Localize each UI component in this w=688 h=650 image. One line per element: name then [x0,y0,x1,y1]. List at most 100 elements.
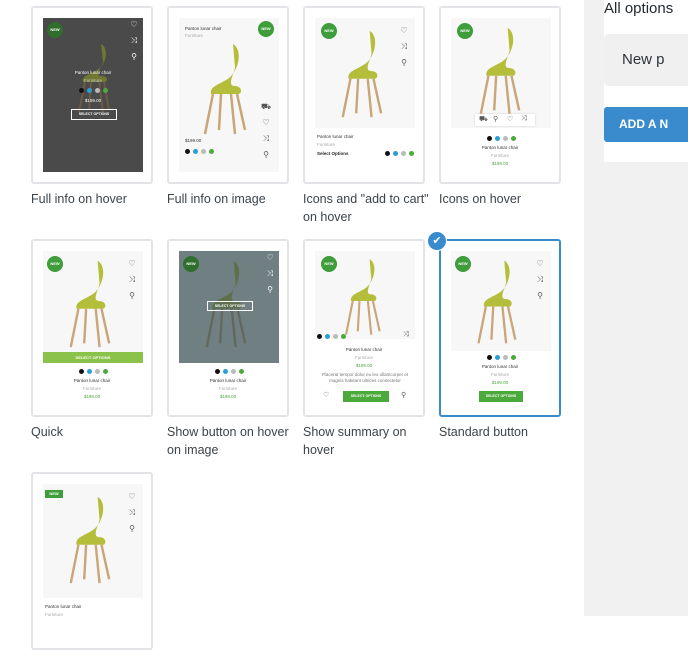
product-title: Panton lunar chair [209,378,247,383]
heart-icon[interactable]: ♡ [261,118,271,128]
hover-icons: ♡ ⤨ ⚲ [129,20,139,68]
heart-icon[interactable]: ♡ [127,492,137,502]
select-options-button[interactable]: SELECT OPTIONS [479,391,523,402]
color-swatches [215,369,247,375]
shuffle-icon[interactable]: ⤨ [399,42,409,52]
option-card[interactable]: NEW ♡ ⤨ ⚲ Panton lunar chair Furniture $… [439,239,561,417]
color-swatches [79,369,111,375]
shuffle-icon[interactable]: ⤨ [127,275,137,285]
search-icon[interactable]: ⚲ [261,150,271,160]
product-category: Furniture [354,355,373,360]
select-options-button[interactable]: SELECT OPTIONS [71,109,117,120]
product-price: $199.00 [185,138,202,143]
heart-icon[interactable]: ♡ [265,253,275,263]
option-card[interactable]: NEW ♡ ⤨ ⚲ Panton lunar chair Furniture [31,472,153,650]
product-title: Panton lunar chair [481,145,519,150]
search-icon[interactable]: ⚲ [127,524,137,534]
chair-image [69,496,111,584]
product-thumbnail: NEW ♡ ⤨ ⚲ SELECT OPTIONS [43,251,143,363]
new-badge: NEW [47,256,63,272]
product-thumbnail: NEW [315,251,415,339]
product-price: $199.00 [355,363,373,368]
product-title: Panton lunar chair [317,134,354,139]
search-icon[interactable]: ⚲ [493,115,498,123]
add-new-button[interactable]: ADD A N [604,107,688,142]
heart-icon[interactable]: ♡ [323,391,329,399]
search-icon[interactable]: ⚲ [535,291,545,301]
selected-check-icon: ✔ [427,231,447,251]
shuffle-icon[interactable]: ⤨ [261,134,271,144]
product-category: Furniture [490,153,509,158]
color-swatches [317,334,349,340]
option-label: Full info on image [167,192,266,206]
product-title: Panton lunar chair [185,26,222,31]
option-label: Show summary on hover [303,425,407,457]
hover-icons: ♡ ⤨ ⚲ [127,492,137,540]
search-icon[interactable]: ⚲ [127,291,137,301]
heart-icon[interactable]: ♡ [535,259,545,269]
product-price: $199.00 [83,394,101,399]
chair-image [203,44,247,135]
color-swatches [487,355,519,361]
shuffle-icon[interactable]: ⤨ [127,508,137,518]
option-label: Icons and "add to cart" on hover [303,192,429,224]
color-swatches [79,88,111,94]
option-card[interactable]: NEW ♡ ⤨ ⚲ SELECT OPTIONS Panton lunar ch… [167,239,289,417]
heart-icon[interactable]: ♡ [129,20,139,30]
hover-icons: ♡ ⤨ ⚲ [535,259,545,307]
chair-image [479,27,521,115]
search-icon[interactable]: ⚲ [265,285,275,295]
product-title: Panton lunar chair [73,378,111,383]
shuffle-icon[interactable]: ⤨ [403,331,409,339]
product-thumbnail: NEW ♡ ⤨ ⚲ [451,251,551,351]
cart-icon[interactable]: ⛟ [261,102,271,112]
panel-title: All options [604,0,674,17]
shuffle-icon[interactable]: ⤨ [129,36,139,46]
preset-select[interactable]: New p [604,34,688,86]
option-card[interactable]: NEW ⛟ ⚲ ♡ ⤨ Panton lunar chair Furniture… [439,6,561,184]
select-options-link[interactable]: Select Options [317,151,349,157]
new-badge: NEW [455,256,471,272]
option-card[interactable]: NEW ♡ ⤨ ⚲ Panton lunar chair Furniture S… [303,6,425,184]
option-card[interactable]: NEW ⤨ Panton lunar chair Furniture $199.… [303,239,425,417]
product-title: Panton lunar chair [345,347,383,352]
new-badge: NEW [45,490,63,498]
product-category: Furniture [45,612,64,617]
option-card[interactable]: NEW ♡ ⤨ ⚲ Panton lunar chair Furniture $… [31,6,153,184]
chair-image [345,259,381,335]
select-options-button[interactable]: SELECT OPTIONS [43,352,143,363]
search-icon[interactable]: ⚲ [129,52,139,62]
search-icon[interactable]: ⚲ [399,58,409,68]
select-options-button[interactable]: SELECT OPTIONS [343,391,389,402]
heart-icon[interactable]: ♡ [507,115,513,123]
product-thumbnail: NEW ♡ ⤨ ⚲ Panton lunar chair Furniture $… [43,18,143,172]
product-thumbnail: NEW ♡ ⤨ ⚲ SELECT OPTIONS [179,251,279,363]
cart-icon[interactable]: ⛟ [479,115,488,124]
color-swatches [487,136,519,142]
new-badge: NEW [47,22,63,38]
shuffle-icon[interactable]: ⤨ [535,275,545,285]
option-label: Icons on hover [439,192,521,206]
hover-icons: ♡ ⤨ ⚲ [265,253,275,301]
product-thumbnail: NEW Panton lunar chair Furniture ⛟ ♡ ⤨ ⚲… [179,18,279,172]
product-category: Furniture [317,142,336,147]
product-title: Panton lunar chair [45,604,82,609]
product-category: Furniture [218,386,237,391]
select-options-button[interactable]: SELECT OPTIONS [207,301,253,311]
product-title: Panton lunar chair [74,70,112,75]
option-label: Show button on hover on image [167,425,289,457]
heart-icon[interactable]: ♡ [399,26,409,36]
product-category: Furniture [490,372,509,377]
chair-image [69,260,111,348]
shuffle-icon[interactable]: ⤨ [265,269,275,279]
search-icon[interactable]: ⚲ [401,391,406,399]
option-card[interactable]: NEW Panton lunar chair Furniture ⛟ ♡ ⤨ ⚲… [167,6,289,184]
option-card[interactable]: NEW ♡ ⤨ ⚲ SELECT OPTIONS Panton lunar ch… [31,239,153,417]
product-category: Furniture [185,33,204,38]
product-style-grid: NEW ♡ ⤨ ⚲ Panton lunar chair Furniture $… [0,0,584,650]
option-label: Quick [31,425,63,439]
hover-icons: ⛟ ♡ ⤨ ⚲ [261,102,271,166]
heart-icon[interactable]: ♡ [127,259,137,269]
shuffle-icon[interactable]: ⤨ [521,115,527,123]
color-swatches [185,149,217,155]
